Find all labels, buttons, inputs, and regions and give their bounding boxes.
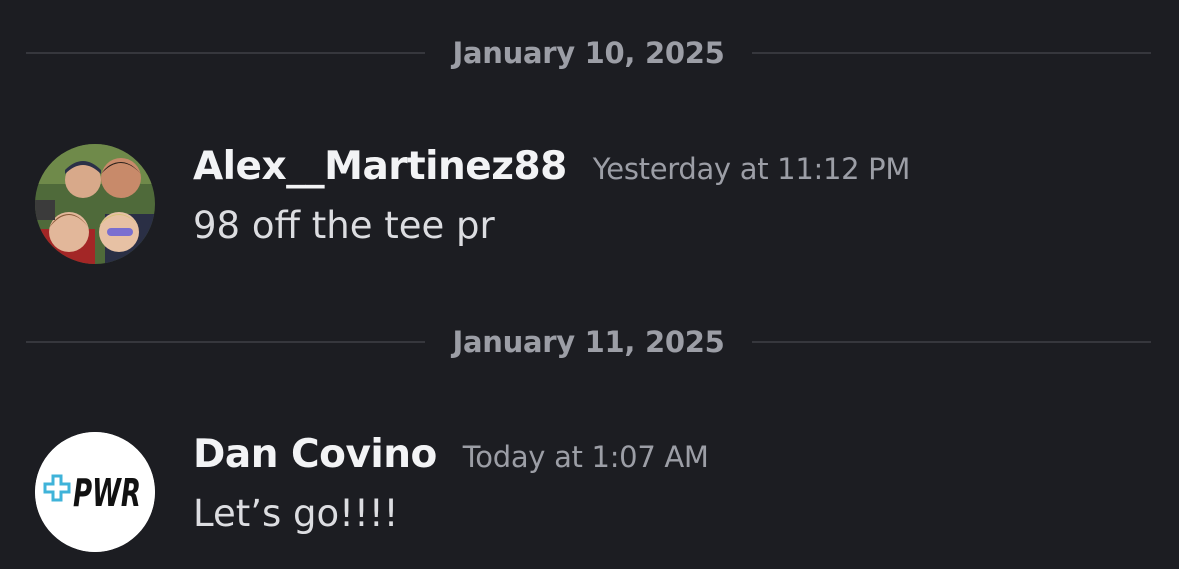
message-timestamp: Yesterday at 11:12 PM — [592, 152, 911, 186]
message-item: Alex__Martinez88 Yesterday at 11:12 PM 9… — [35, 144, 1159, 266]
message-body: Dan Covino Today at 1:07 AM Let’s go!!!! — [193, 432, 1159, 535]
date-divider: January 11, 2025 — [26, 322, 1151, 362]
divider-line — [26, 341, 425, 343]
message-header: Dan Covino Today at 1:07 AM — [193, 432, 1159, 484]
user-avatar[interactable]: PWR — [35, 432, 155, 552]
divider-line — [752, 341, 1151, 343]
message-author[interactable]: Dan Covino — [193, 432, 437, 477]
logo-text: PWR — [73, 471, 141, 515]
message-text: Let’s go!!!! — [193, 492, 399, 535]
divider-line — [752, 52, 1151, 54]
message-body: Alex__Martinez88 Yesterday at 11:12 PM 9… — [193, 144, 1159, 247]
message-header: Alex__Martinez88 Yesterday at 11:12 PM — [193, 144, 1159, 196]
group-photo-icon — [35, 144, 155, 264]
message-author[interactable]: Alex__Martinez88 — [193, 144, 567, 189]
message-item: PWR Dan Covino Today at 1:07 AM Let’s go… — [35, 432, 1159, 554]
divider-date: January 11, 2025 — [452, 325, 725, 359]
user-avatar[interactable] — [35, 144, 155, 264]
message-timestamp: Today at 1:07 AM — [462, 440, 709, 474]
divider-date: January 10, 2025 — [452, 36, 725, 70]
message-text: 98 off the tee pr — [193, 204, 495, 247]
divider-line — [26, 52, 425, 54]
pwr-logo-icon: PWR — [35, 432, 155, 552]
date-divider: January 10, 2025 — [26, 33, 1151, 73]
